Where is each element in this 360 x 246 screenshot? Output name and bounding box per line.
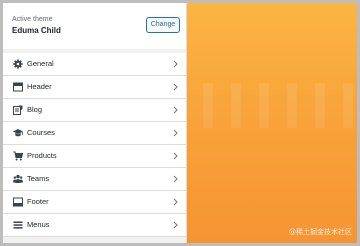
preview-band [315,83,325,128]
cart-icon [13,151,23,161]
chevron-right-icon [172,175,179,183]
chevron-right-icon [172,152,179,160]
preview-band [231,83,241,128]
customizer-window: Active theme Eduma Child Change General … [3,3,357,243]
active-theme-label: Active theme [12,16,53,23]
menu-item-label: Courses [27,128,55,137]
gear-icon [13,59,23,69]
watermark-text: @稀土掘金技术社区 [289,228,352,236]
chevron-right-icon [172,198,179,206]
chevron-right-icon [172,221,179,229]
site-preview[interactable]: @稀土掘金技术社区 [187,3,357,243]
menu-item-menus[interactable]: Menus [3,214,186,237]
menu-item-courses[interactable]: Courses [3,122,186,145]
chevron-right-icon [172,129,179,137]
menu-icon [13,220,23,230]
chevron-right-icon [172,106,179,114]
preview-band [259,83,269,128]
menu-item-products[interactable]: Products [3,145,186,168]
menu-item-label: Products [27,151,57,160]
active-theme-section: Active theme Eduma Child Change [3,3,186,49]
menu-item-teams[interactable]: Teams [3,168,186,191]
menu-item-label: Teams [27,174,50,183]
chevron-right-icon [172,83,179,91]
customizer-menu: General Header Blog Courses Products Tea… [3,53,186,237]
team-icon [13,174,23,184]
customizer-panel: Active theme Eduma Child Change General … [3,3,187,243]
change-theme-button[interactable]: Change [146,17,180,33]
header-icon [13,82,23,92]
menu-item-label: Blog [27,105,43,114]
blog-icon [13,105,23,115]
menu-item-label: Menus [27,220,50,229]
preview-band [343,83,353,128]
graduation-cap-icon [13,128,23,138]
menu-item-blog[interactable]: Blog [3,99,186,122]
menu-item-general[interactable]: General [3,53,186,76]
chevron-right-icon [172,60,179,68]
preview-band [287,83,297,128]
menu-item-header[interactable]: Header [3,76,186,99]
menu-item-label: General [27,59,54,68]
menu-item-label: Header [27,82,52,91]
preview-band [203,83,213,128]
footer-icon [13,197,23,207]
theme-name: Eduma Child [12,26,61,35]
menu-item-footer[interactable]: Footer [3,191,186,214]
menu-item-label: Footer [27,197,49,206]
